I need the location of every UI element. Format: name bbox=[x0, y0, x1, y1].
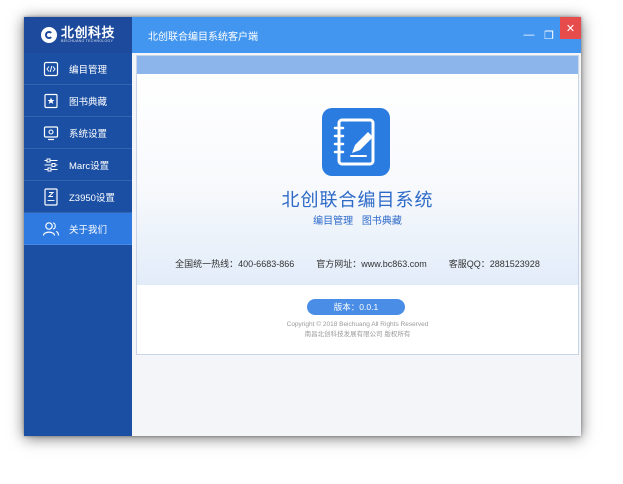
star-book-icon bbox=[42, 92, 60, 110]
z3950-doc-icon bbox=[42, 187, 60, 206]
notebook-edit-icon bbox=[322, 108, 390, 176]
sidebar-item-marc-settings[interactable]: Marc设置 bbox=[24, 149, 132, 181]
code-editor-icon bbox=[42, 60, 60, 78]
window-title: 北创联合编目系统客户端 bbox=[148, 31, 258, 43]
panel-header-bar bbox=[137, 56, 578, 74]
sidebar-item-label: Z3950设置 bbox=[69, 192, 115, 204]
monitor-settings-icon bbox=[42, 124, 60, 142]
title-bar[interactable]: 北创联合编目系统客户端 — ❐ ✕ bbox=[132, 17, 581, 53]
minimize-button[interactable]: — bbox=[519, 17, 539, 53]
sidebar-item-catalog[interactable]: 编目管理 bbox=[24, 53, 132, 85]
maximize-button[interactable]: ❐ bbox=[539, 17, 559, 53]
brand-logo-icon bbox=[40, 27, 57, 43]
copyright-text: Copyright © 2018 Beichuang All Rights Re… bbox=[286, 321, 429, 328]
sliders-icon bbox=[42, 156, 60, 174]
app-name: 北创联合编目系统 bbox=[281, 190, 434, 210]
sidebar: 北创科技 BEICHUANG TECHNOLOGY 编目管理 图书典藏 系统设置 bbox=[24, 17, 132, 436]
sidebar-item-about-us[interactable]: 关于我们 bbox=[24, 213, 132, 245]
sidebar-item-label: 编目管理 bbox=[69, 64, 108, 76]
brand-logo: 北创科技 BEICHUANG TECHNOLOGY bbox=[24, 17, 132, 53]
sidebar-item-system-settings[interactable]: 系统设置 bbox=[24, 117, 132, 149]
qq-text: 客服QQ：2881523928 bbox=[448, 259, 540, 269]
version-badge: 版本：0.0.1 bbox=[307, 299, 405, 315]
sidebar-item-label: 关于我们 bbox=[69, 224, 108, 236]
sidebar-item-z3950-settings[interactable]: Z3950设置 bbox=[24, 181, 132, 213]
close-button[interactable]: ✕ bbox=[560, 17, 581, 39]
users-icon bbox=[42, 220, 60, 238]
brand-name: 北创科技 bbox=[60, 25, 115, 41]
website-text: 官方网址：www.bc863.com bbox=[316, 259, 427, 269]
brand-subtitle: BEICHUANG TECHNOLOGY bbox=[60, 39, 114, 44]
sidebar-item-collection[interactable]: 图书典藏 bbox=[24, 85, 132, 117]
app-window: 北创科技 BEICHUANG TECHNOLOGY 编目管理 图书典藏 系统设置 bbox=[24, 17, 581, 436]
sidebar-item-label: 图书典藏 bbox=[69, 96, 108, 108]
hotline-text: 全国统一热线：400-6683-866 bbox=[175, 259, 295, 269]
about-hero: 北创联合编目系统 编目管理 图书典藏 全国统一热线：400-6683-866 官… bbox=[137, 74, 578, 285]
contact-info: 全国统一热线：400-6683-866 官方网址：www.bc863.com 客… bbox=[137, 257, 578, 270]
app-tagline: 编目管理 图书典藏 bbox=[313, 216, 402, 227]
company-text: 南昌北创科技发展有限公司 版权所有 bbox=[304, 331, 411, 338]
about-panel: 北创联合编目系统 编目管理 图书典藏 全国统一热线：400-6683-866 官… bbox=[136, 55, 579, 355]
sidebar-item-label: 系统设置 bbox=[69, 128, 108, 140]
sidebar-item-label: Marc设置 bbox=[69, 160, 110, 172]
about-footer: 版本：0.0.1 Copyright © 2018 Beichuang All … bbox=[137, 285, 578, 354]
copyright-block: Copyright © 2018 Beichuang All Rights Re… bbox=[137, 320, 578, 340]
